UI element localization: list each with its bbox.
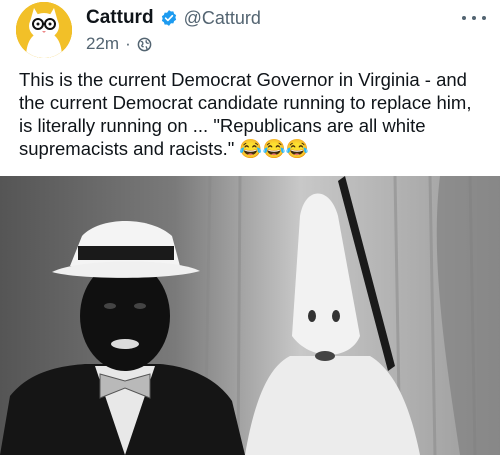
photo-illustration xyxy=(0,176,500,455)
author-row: Catturd @Catturd xyxy=(86,7,261,29)
meta-separator: · xyxy=(125,34,131,53)
post-text-line: This is the current Democrat Governor in… xyxy=(19,69,467,90)
post-text-line: supremacists and racists." 😂😂😂 xyxy=(19,138,309,159)
more-dot xyxy=(462,16,466,20)
post-text-line: the current Democrat candidate running t… xyxy=(19,92,472,113)
cat-avatar-icon xyxy=(16,2,72,58)
more-dot xyxy=(482,16,486,20)
author-display-name[interactable]: Catturd xyxy=(86,7,154,29)
post-image[interactable] xyxy=(0,176,500,455)
more-options-icon[interactable] xyxy=(462,10,486,26)
globe-icon xyxy=(137,37,152,52)
verified-badge-icon xyxy=(160,9,178,27)
avatar[interactable] xyxy=(16,2,72,58)
post-timestamp[interactable]: 22m xyxy=(86,34,119,54)
post-header: Catturd @Catturd 22m · xyxy=(0,0,500,62)
post-meta: 22m · xyxy=(86,34,152,54)
post-text-line: is literally running on ... "Republicans… xyxy=(19,115,426,136)
post-text: This is the current Democrat Governor in… xyxy=(19,68,489,160)
more-dot xyxy=(472,16,476,20)
author-handle[interactable]: @Catturd xyxy=(184,8,261,29)
